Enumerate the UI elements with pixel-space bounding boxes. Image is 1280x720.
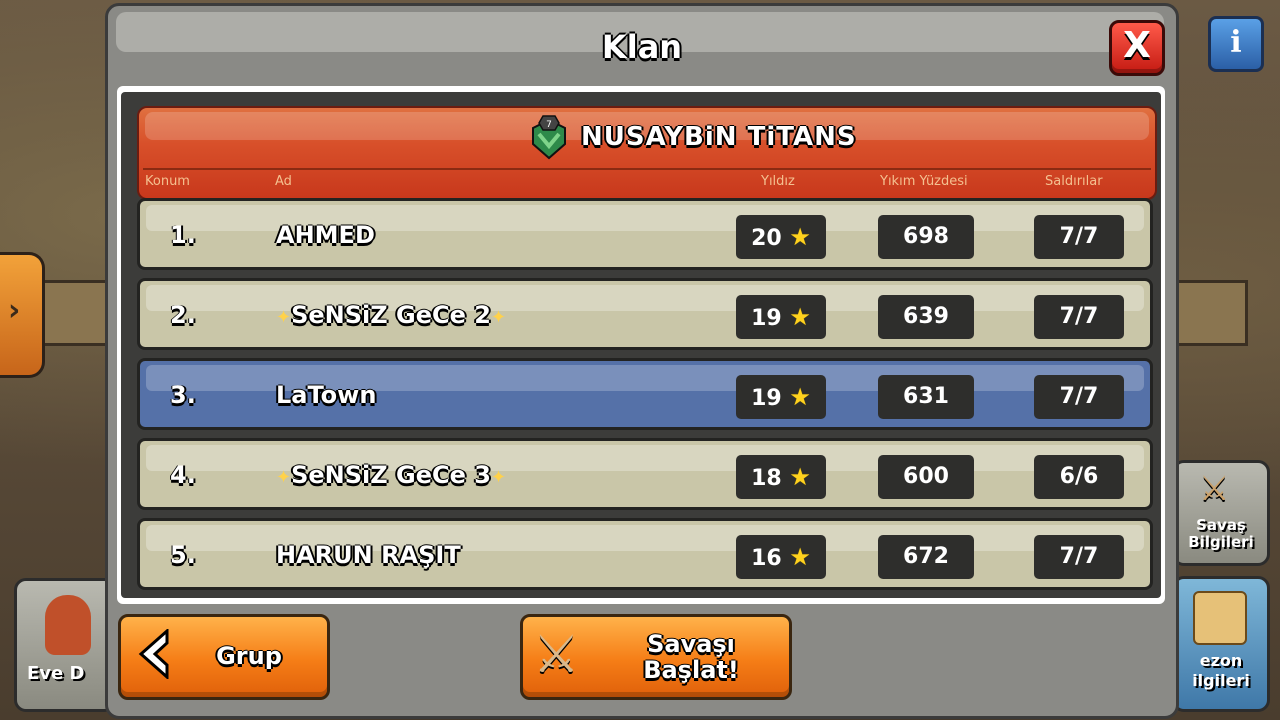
- clan-header: 7 NUSAYBiN TiTANS Konum Ad Yıldız Yıkım …: [137, 106, 1157, 200]
- back-arrow-icon: [138, 629, 169, 679]
- header-divider: [143, 168, 1151, 170]
- info-button[interactable]: i: [1208, 16, 1264, 72]
- column-header-attacks: Saldırılar: [1045, 174, 1103, 189]
- member-name-text: LaTown: [276, 381, 377, 409]
- star-icon: ★: [789, 543, 811, 571]
- member-row[interactable]: 4. ✦SeNSiZ GeCe 3✦ 18 ★ 600 6/6: [137, 438, 1153, 510]
- member-destruction: 672: [878, 535, 974, 579]
- member-name: ✦SeNSiZ GeCe 3✦: [276, 461, 506, 489]
- member-stars: 18 ★: [736, 455, 826, 499]
- member-stars: 19 ★: [736, 295, 826, 339]
- villager-avatar: [45, 595, 91, 655]
- column-header-position: Konum: [145, 174, 190, 189]
- member-destruction: 698: [878, 215, 974, 259]
- war-info-button[interactable]: ⚔ Savaş Bilgileri: [1172, 460, 1270, 566]
- member-stars-value: 16: [751, 546, 782, 571]
- member-stars: 16 ★: [736, 535, 826, 579]
- member-position: 4.: [170, 461, 196, 489]
- group-button[interactable]: Grup: [118, 614, 330, 700]
- member-name-text: SeNSiZ GeCe 2: [291, 301, 491, 329]
- clan-badge-icon: 7: [532, 115, 566, 160]
- column-header-stars: Yıldız: [761, 174, 795, 189]
- roster-content: 7 NUSAYBiN TiTANS Konum Ad Yıldız Yıkım …: [117, 86, 1165, 604]
- info-icon: i: [1230, 25, 1242, 60]
- star-icon: ★: [789, 223, 811, 251]
- sparkle-icon: ✦: [276, 307, 292, 328]
- close-button[interactable]: X: [1109, 20, 1165, 76]
- member-attacks: 7/7: [1034, 535, 1124, 579]
- column-header-destruction: Yıkım Yüzdesi: [880, 174, 968, 189]
- member-stars-value: 18: [751, 466, 782, 491]
- season-info-button[interactable]: ezon ilgileri: [1172, 576, 1270, 712]
- background-wall: [1172, 280, 1248, 346]
- member-name: AHMED: [276, 221, 375, 249]
- sparkle-icon: ✦: [276, 467, 292, 488]
- member-attacks: 7/7: [1034, 215, 1124, 259]
- member-stars: 20 ★: [736, 215, 826, 259]
- member-stars-value: 19: [751, 306, 782, 331]
- member-row[interactable]: 3. LaTown 19 ★ 631 7/7: [137, 358, 1153, 430]
- member-stars-value: 19: [751, 386, 782, 411]
- member-name: ✦SeNSiZ GeCe 2✦: [276, 301, 506, 329]
- member-name: LaTown: [276, 381, 376, 409]
- member-attacks: 7/7: [1034, 375, 1124, 419]
- member-name-text: SeNSiZ GeCe 3: [291, 461, 491, 489]
- clan-level: 7: [546, 120, 552, 130]
- scroll-icon: [1193, 591, 1247, 645]
- member-destruction: 639: [878, 295, 974, 339]
- clan-war-panel: Klan X 7 NUSAYBiN TiTANS Konum Ad Yıldız…: [105, 3, 1179, 719]
- star-icon: ★: [789, 463, 811, 491]
- chevron-right-icon: ›: [8, 293, 21, 328]
- clan-name: NUSAYBiN TiTANS: [581, 122, 857, 152]
- member-row[interactable]: 2. ✦SeNSiZ GeCe 2✦ 19 ★ 639 7/7: [137, 278, 1153, 350]
- sparkle-icon: ✦: [490, 467, 507, 488]
- member-attacks: 6/6: [1034, 455, 1124, 499]
- crossed-swords-icon: ⚔: [1199, 469, 1230, 509]
- close-icon: X: [1123, 25, 1151, 66]
- member-name-text: HARUN RAŞIT: [276, 541, 461, 569]
- start-war-label-line1: Savaşı: [647, 630, 735, 658]
- member-stars: 19 ★: [736, 375, 826, 419]
- member-stars-value: 20: [751, 226, 782, 251]
- member-row[interactable]: 5. HARUN RAŞIT 16 ★ 672 7/7: [137, 518, 1153, 590]
- member-destruction: 631: [878, 375, 974, 419]
- crossed-swords-icon: ⚔: [533, 625, 580, 685]
- villager-card-button[interactable]: Eve D: [14, 578, 116, 712]
- war-info-label: Savaş Bilgileri: [1188, 516, 1254, 551]
- member-position: 1.: [170, 221, 196, 249]
- member-row[interactable]: 1. AHMED 20 ★ 698 7/7: [137, 198, 1153, 270]
- member-position: 3.: [170, 381, 196, 409]
- star-icon: ★: [789, 303, 811, 331]
- group-button-label: Grup: [216, 642, 282, 670]
- member-attacks: 7/7: [1034, 295, 1124, 339]
- window-title: Klan: [601, 28, 683, 66]
- side-expand-button[interactable]: ›: [0, 252, 45, 378]
- roster-frame: 7 NUSAYBiN TiTANS Konum Ad Yıldız Yıkım …: [121, 92, 1161, 598]
- start-war-button[interactable]: ⚔ Savaşı Başlat!: [520, 614, 792, 700]
- member-position: 2.: [170, 301, 196, 329]
- member-position: 5.: [170, 541, 196, 569]
- member-destruction: 600: [878, 455, 974, 499]
- member-name-text: AHMED: [276, 221, 375, 249]
- member-name: HARUN RAŞIT: [276, 541, 461, 569]
- star-icon: ★: [789, 383, 811, 411]
- villager-card-label: Eve D: [27, 663, 85, 684]
- column-header-name: Ad: [275, 174, 292, 189]
- season-info-label: ezon ilgileri: [1192, 651, 1250, 690]
- sparkle-icon: ✦: [490, 307, 507, 328]
- start-war-label-line2: Başlat!: [643, 656, 739, 684]
